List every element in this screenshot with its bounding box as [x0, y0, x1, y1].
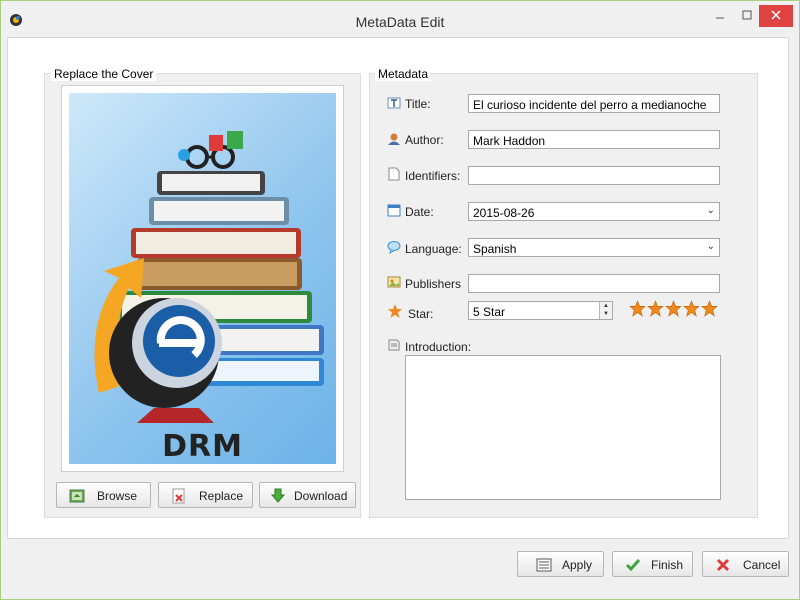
- identifiers-icon: [388, 167, 400, 181]
- publishers-icon: [387, 276, 401, 288]
- replace-button[interactable]: Replace: [158, 482, 253, 508]
- date-value: 2015-08-26: [473, 206, 535, 220]
- maximize-button[interactable]: [736, 5, 758, 27]
- calendar-icon: [387, 204, 401, 217]
- title-bar: MetaData Edit: [1, 1, 799, 37]
- rating-star-icon[interactable]: [701, 300, 718, 317]
- author-icon: [388, 133, 400, 145]
- spinner-arrows[interactable]: ▲ ▼: [599, 302, 612, 319]
- chevron-down-icon: ⌄: [706, 241, 715, 252]
- metadata-edit-window: MetaData Edit Replace the Cover DRM Brow…: [0, 0, 800, 600]
- star-rating-display: [629, 300, 719, 320]
- title-icon: [387, 97, 401, 109]
- apply-icon: [536, 558, 552, 572]
- star-value: 5 Star: [473, 305, 506, 319]
- book-stack-illustration: [94, 131, 324, 423]
- minimize-icon: [716, 17, 724, 19]
- date-label: Date:: [405, 205, 434, 219]
- introduction-icon: [388, 339, 400, 351]
- maximize-icon: [742, 10, 752, 20]
- rating-star-icon[interactable]: [629, 300, 646, 317]
- cancel-label: Cancel: [743, 558, 781, 572]
- download-icon: [270, 488, 286, 503]
- chevron-down-icon: ⌄: [706, 205, 715, 216]
- date-select[interactable]: 2015-08-26 ⌄: [468, 202, 720, 221]
- author-input[interactable]: Mark Haddon: [468, 130, 720, 149]
- star-label: Star:: [408, 307, 434, 321]
- cover-drm-text: DRM: [162, 429, 243, 464]
- introduction-textarea[interactable]: [405, 355, 721, 500]
- star-rating-spinner[interactable]: 5 Star ▲ ▼: [468, 301, 613, 320]
- download-button[interactable]: Download: [259, 482, 356, 508]
- introduction-label: Introduction:: [405, 340, 472, 354]
- minimize-button[interactable]: [709, 5, 731, 27]
- rating-star-icon[interactable]: [647, 300, 664, 317]
- title-input[interactable]: El curioso incidente del perro a mediano…: [468, 94, 720, 113]
- replace-label: Replace: [199, 489, 244, 503]
- language-icon: [387, 241, 401, 254]
- cover-image: DRM: [69, 93, 336, 464]
- rating-star-icon[interactable]: [665, 300, 682, 317]
- cancel-icon: [716, 558, 730, 572]
- language-value: Spanish: [473, 242, 517, 256]
- metadata-group-label: Metadata: [375, 67, 432, 81]
- close-icon: [771, 10, 781, 20]
- author-label: Author:: [405, 133, 444, 147]
- cover-image-frame[interactable]: DRM: [61, 85, 344, 472]
- apply-button[interactable]: Apply: [517, 551, 604, 577]
- language-label: Language:: [405, 242, 462, 256]
- browse-icon: [69, 489, 85, 503]
- finish-label: Finish: [651, 558, 684, 572]
- close-button[interactable]: [759, 5, 793, 27]
- title-label: Title:: [405, 97, 431, 111]
- star-icon: [388, 304, 402, 318]
- language-select[interactable]: Spanish ⌄: [468, 238, 720, 257]
- replace-icon: [172, 488, 185, 504]
- browse-button[interactable]: Browse: [56, 482, 151, 508]
- rating-star-icon[interactable]: [683, 300, 700, 317]
- cover-group-label: Replace the Cover: [51, 67, 157, 81]
- apply-label: Apply: [562, 558, 593, 572]
- download-label: Download: [294, 489, 348, 503]
- window-title: MetaData Edit: [355, 14, 445, 30]
- checkmark-icon: [625, 559, 641, 572]
- identifiers-label: Identifiers:: [405, 169, 461, 183]
- identifiers-input[interactable]: [468, 166, 720, 185]
- browse-label: Browse: [97, 489, 138, 503]
- publishers-input[interactable]: [468, 274, 720, 293]
- finish-button[interactable]: Finish: [612, 551, 693, 577]
- cancel-button[interactable]: Cancel: [702, 551, 789, 577]
- publishers-label: Publishers: [405, 277, 462, 291]
